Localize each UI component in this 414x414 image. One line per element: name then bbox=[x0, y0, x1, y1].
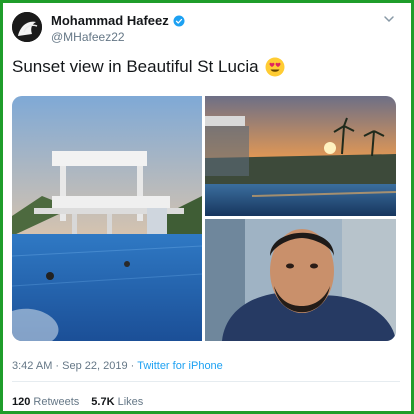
retweets-label: Retweets bbox=[33, 396, 80, 408]
tweet-source-link[interactable]: Twitter for iPhone bbox=[137, 360, 223, 372]
meta-separator: · bbox=[130, 360, 135, 372]
tweet-text: Sunset view in Beautiful St Lucia bbox=[12, 57, 259, 76]
tweet-card: Mohammad Hafeez @MHafeez22 Sunset view i… bbox=[0, 0, 414, 414]
verified-badge-icon bbox=[173, 15, 185, 26]
tweet-meta: 3:42 AM · Sep 22, 2019 · Twitter for iPh… bbox=[12, 360, 223, 372]
likes-stat[interactable]: 5.7K Likes bbox=[91, 396, 143, 408]
likes-count: 5.7K bbox=[91, 396, 115, 408]
tweet-body: Sunset view in Beautiful St Lucia bbox=[12, 57, 285, 77]
author-name[interactable]: Mohammad Hafeez bbox=[51, 13, 169, 28]
heart-eyes-emoji-icon bbox=[265, 57, 285, 77]
divider bbox=[12, 381, 400, 382]
chevron-down-icon[interactable] bbox=[383, 13, 395, 25]
selfie-photo[interactable] bbox=[205, 219, 396, 341]
author-name-row[interactable]: Mohammad Hafeez bbox=[51, 13, 185, 28]
tweet-date[interactable]: Sep 22, 2019 bbox=[62, 360, 127, 372]
avatar[interactable] bbox=[12, 12, 42, 42]
author-handle[interactable]: @MHafeez22 bbox=[51, 30, 125, 44]
retweets-count: 120 bbox=[12, 396, 31, 408]
meta-separator: · bbox=[55, 360, 60, 372]
tweet-stats: 120 Retweets 5.7K Likes bbox=[12, 396, 143, 408]
pool-tower-photo[interactable] bbox=[12, 96, 203, 341]
sunset-palms-photo[interactable] bbox=[205, 96, 396, 216]
likes-label: Likes bbox=[117, 396, 144, 408]
media-grid[interactable] bbox=[12, 96, 396, 341]
retweets-stat[interactable]: 120 Retweets bbox=[12, 396, 79, 408]
tweet-time[interactable]: 3:42 AM bbox=[12, 360, 52, 372]
